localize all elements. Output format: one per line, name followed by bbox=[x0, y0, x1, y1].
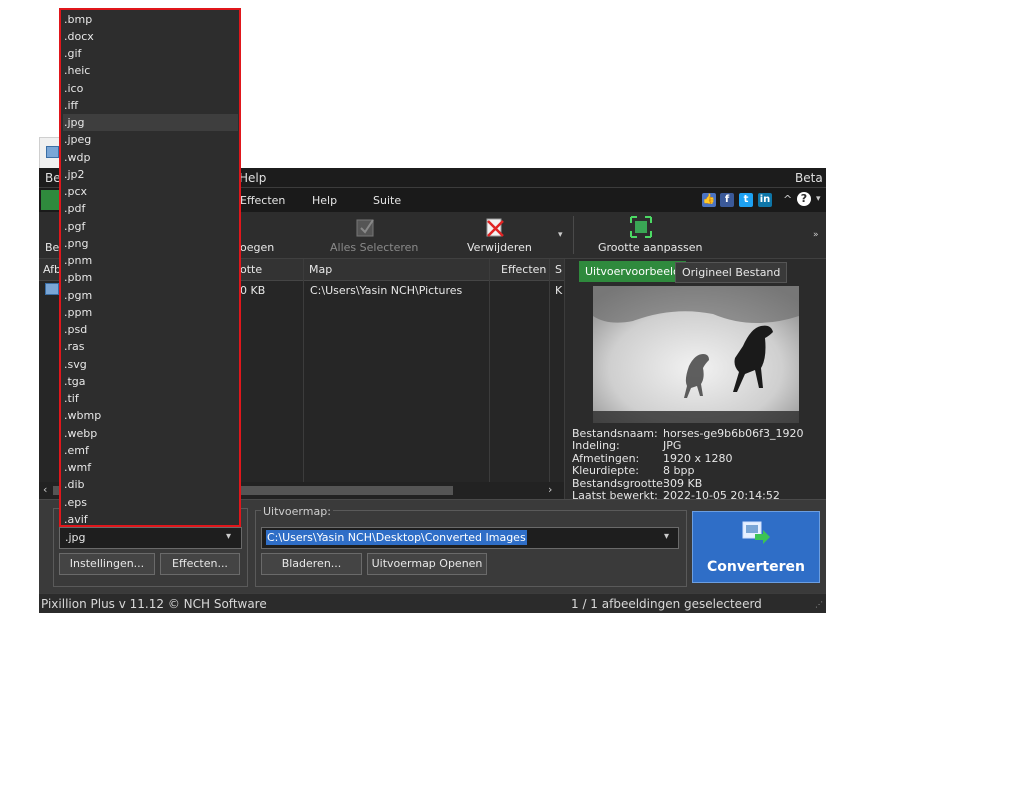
format-option[interactable]: .ras bbox=[63, 338, 238, 355]
beta-label: Beta bbox=[795, 171, 823, 185]
preview-panel: Uitvoervoorbeeld Origineel Bestand Besta… bbox=[564, 259, 826, 502]
convert-button[interactable]: Converteren bbox=[692, 511, 820, 583]
column-separator bbox=[489, 259, 490, 499]
column-separator bbox=[549, 259, 550, 499]
format-option[interactable]: .gif bbox=[63, 45, 238, 62]
resize-icon bbox=[630, 216, 652, 238]
preview-image bbox=[593, 286, 799, 423]
facebook-icon[interactable]: f bbox=[720, 193, 734, 207]
selection-count: 1 / 1 afbeeldingen geselecteerd bbox=[571, 597, 762, 611]
title-help[interactable]: Help bbox=[239, 171, 266, 185]
like-icon[interactable]: 👍 bbox=[702, 193, 716, 207]
output-folder-value[interactable]: C:\Users\Yasin NCH\Desktop\Converted Ima… bbox=[266, 530, 527, 545]
select-all-button[interactable]: Alles Selecteren bbox=[330, 241, 418, 254]
select-all-icon bbox=[355, 216, 377, 238]
format-option[interactable]: .jp2 bbox=[63, 166, 238, 183]
format-option[interactable]: .pgf bbox=[63, 218, 238, 235]
remove-button[interactable]: Verwijderen bbox=[467, 241, 532, 254]
home-tab[interactable] bbox=[41, 190, 61, 210]
menu-help[interactable]: Help bbox=[312, 194, 337, 207]
row-size: 0 KB bbox=[240, 284, 266, 297]
tab-output-preview[interactable]: Uitvoervoorbeeld bbox=[579, 261, 686, 282]
format-option[interactable]: .webp bbox=[63, 425, 238, 442]
tab-original-file[interactable]: Origineel Bestand bbox=[675, 262, 788, 283]
convert-icon bbox=[741, 520, 771, 546]
format-option[interactable]: .svg bbox=[63, 356, 238, 373]
image-thumbnail-icon bbox=[45, 283, 59, 295]
help-icon[interactable]: ? bbox=[797, 192, 811, 206]
format-option[interactable]: .tga bbox=[63, 373, 238, 390]
twitter-icon[interactable]: t bbox=[739, 193, 753, 207]
menu-suite[interactable]: Suite bbox=[373, 194, 401, 207]
format-option[interactable]: .bmp bbox=[63, 11, 238, 28]
format-option[interactable]: .pdf bbox=[63, 200, 238, 217]
row-s: K bbox=[555, 284, 563, 297]
toolbar-overflow-icon[interactable]: » bbox=[813, 230, 819, 240]
format-option[interactable]: .emf bbox=[63, 442, 238, 459]
output-folder-label: Uitvoermap: bbox=[261, 505, 333, 518]
format-option[interactable]: .pgm bbox=[63, 287, 238, 304]
chevron-down-icon[interactable]: ▾ bbox=[664, 531, 669, 542]
format-option[interactable]: .png bbox=[63, 235, 238, 252]
open-output-folder-button[interactable]: Uitvoermap Openen bbox=[367, 553, 487, 575]
format-option[interactable]: .wdp bbox=[63, 149, 238, 166]
browse-button[interactable]: Bladeren... bbox=[261, 553, 362, 575]
format-option[interactable]: .ico bbox=[63, 80, 238, 97]
convert-label: Converteren bbox=[707, 559, 805, 575]
format-option[interactable]: .psd bbox=[63, 321, 238, 338]
format-option[interactable]: .wbmp bbox=[63, 407, 238, 424]
resize-grip-icon[interactable]: ⋰ bbox=[815, 600, 823, 609]
format-option[interactable]: .avif bbox=[63, 511, 238, 525]
header-size[interactable]: otte bbox=[240, 263, 262, 276]
format-option[interactable]: .tif bbox=[63, 390, 238, 407]
info-label: Kleurdiepte: bbox=[572, 464, 639, 477]
format-selected-value: .jpg bbox=[65, 531, 86, 544]
chevron-down-icon[interactable]: ▾ bbox=[226, 531, 231, 542]
image-icon bbox=[46, 146, 59, 158]
resize-button[interactable]: Grootte aanpassen bbox=[598, 241, 703, 254]
format-option[interactable]: .jpeg bbox=[63, 131, 238, 148]
status-bar: Pixillion Plus v 11.12 © NCH Software 1 … bbox=[39, 593, 826, 613]
chevron-up-icon[interactable]: ^ bbox=[783, 193, 792, 206]
settings-button[interactable]: Instellingen... bbox=[59, 553, 155, 575]
format-option[interactable]: .eps bbox=[63, 494, 238, 511]
remove-icon bbox=[484, 216, 506, 238]
scroll-left-icon[interactable]: ‹ bbox=[43, 483, 47, 496]
toolbar-divider bbox=[573, 216, 574, 254]
format-option[interactable]: .pbm bbox=[63, 269, 238, 286]
column-separator bbox=[303, 259, 304, 499]
info-value: JPG bbox=[663, 439, 682, 452]
header-s[interactable]: S bbox=[555, 263, 562, 276]
format-option[interactable]: .iff bbox=[63, 97, 238, 114]
header-folder[interactable]: Map bbox=[309, 263, 332, 276]
format-option[interactable]: .pnm bbox=[63, 252, 238, 269]
toolbar-partial-label: Be bbox=[45, 241, 60, 254]
menu-effects[interactable]: Effecten bbox=[240, 194, 285, 207]
info-value: 8 bpp bbox=[663, 464, 695, 477]
format-option[interactable]: .pcx bbox=[63, 183, 238, 200]
remove-dropdown-icon[interactable]: ▾ bbox=[558, 230, 563, 240]
format-option[interactable]: .wmf bbox=[63, 459, 238, 476]
format-select[interactable]: .jpg ▾ bbox=[59, 527, 242, 549]
scroll-right-icon[interactable]: › bbox=[548, 483, 552, 496]
version-text: Pixillion Plus v 11.12 © NCH Software bbox=[41, 597, 267, 611]
format-dropdown-list[interactable]: .bmp .docx .gif .heic .ico .iff .jpg .jp… bbox=[59, 8, 241, 527]
header-effects[interactable]: Effecten bbox=[501, 263, 546, 276]
format-option[interactable]: .dib bbox=[63, 476, 238, 493]
row-folder: C:\Users\Yasin NCH\Pictures bbox=[310, 284, 463, 297]
format-option[interactable]: .heic bbox=[63, 62, 238, 79]
help-dropdown-icon[interactable]: ▾ bbox=[816, 194, 821, 204]
format-option-selected[interactable]: .jpg bbox=[63, 114, 238, 131]
format-option[interactable]: .ppm bbox=[63, 304, 238, 321]
linkedin-icon[interactable]: in bbox=[758, 193, 772, 207]
output-folder-select[interactable]: C:\Users\Yasin NCH\Desktop\Converted Ima… bbox=[261, 527, 679, 549]
effects-button[interactable]: Effecten... bbox=[160, 553, 240, 575]
info-label: Indeling: bbox=[572, 439, 620, 452]
format-option[interactable]: .docx bbox=[63, 28, 238, 45]
add-button-label[interactable]: oegen bbox=[240, 241, 274, 254]
info-value: horses-ge9b6b06f3_1920 bbox=[663, 427, 804, 440]
